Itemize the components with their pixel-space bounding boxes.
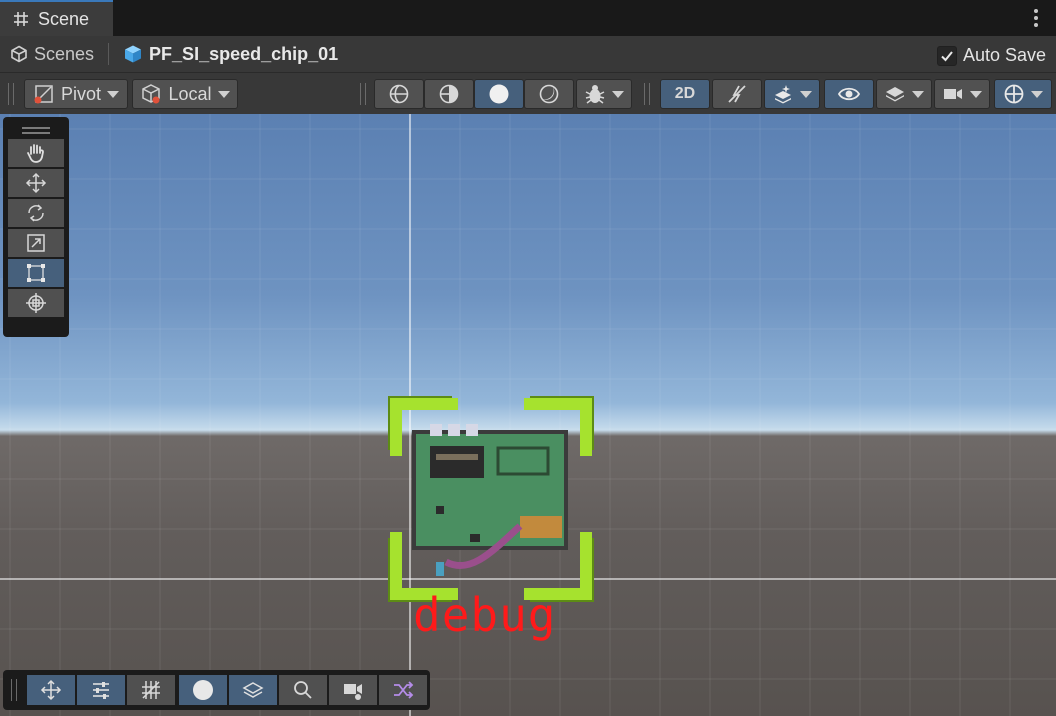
scene-visibility-button[interactable]	[824, 79, 874, 109]
move-arrows-icon	[25, 172, 47, 194]
chevron-down-icon	[107, 90, 120, 98]
gizmos-dropdown[interactable]	[994, 79, 1052, 109]
eye-icon	[837, 87, 861, 101]
unity-logo-icon	[11, 45, 27, 63]
shuffle-overlay-button[interactable]	[379, 675, 427, 705]
tab-scene-label: Scene	[38, 8, 90, 29]
hand-tool-button[interactable]	[8, 139, 64, 169]
debug-text: debug	[413, 588, 557, 642]
camera-icon	[944, 89, 962, 99]
grid-hash-icon	[14, 12, 28, 26]
breadcrumb-scenes-label: Scenes	[34, 43, 95, 64]
debug-draw-dropdown[interactable]	[576, 79, 632, 109]
scale-icon	[27, 234, 45, 252]
draw-mode-shaded-wireframe-button[interactable]	[424, 79, 474, 109]
draw-mode-unlit-button[interactable]	[524, 79, 574, 109]
chevron-down-icon	[970, 90, 982, 98]
bug-icon	[585, 85, 605, 104]
rect-transform-icon	[27, 264, 45, 282]
camera-icon	[344, 684, 362, 700]
local-dropdown[interactable]: Local	[132, 79, 238, 109]
overlay-drag-handle[interactable]	[8, 121, 64, 139]
autosave-label: Auto Save	[962, 45, 1046, 65]
move-overlay-button[interactable]	[27, 675, 75, 705]
search-icon	[294, 681, 312, 699]
autosave-toggle[interactable]: Auto Save	[936, 45, 1046, 66]
effects-dropdown[interactable]	[764, 79, 820, 109]
chevron-down-icon	[800, 90, 812, 98]
shaded-sphere-icon	[489, 84, 509, 104]
scene-toolbar: Pivot Local 2D	[0, 72, 1056, 114]
move-tool-button[interactable]	[8, 169, 64, 199]
grid-overlay-button[interactable]	[127, 675, 175, 705]
shuffle-icon	[394, 681, 414, 699]
shading-overlay-button[interactable]	[179, 675, 227, 705]
rect-tool-button[interactable]	[8, 259, 64, 289]
local-label: Local	[168, 83, 212, 104]
toolbar-grip[interactable]	[360, 83, 366, 105]
kebab-menu-icon[interactable]	[1030, 8, 1042, 28]
light-off-icon	[728, 85, 746, 103]
bottom-overlay-toolbar	[3, 670, 430, 710]
chevron-down-icon	[217, 90, 230, 98]
gizmo-globe-icon	[1004, 84, 1024, 104]
layers-icon	[886, 87, 904, 102]
effects-layers-icon	[775, 85, 791, 104]
pivot-dropdown[interactable]: Pivot	[24, 79, 128, 109]
chevron-down-icon	[612, 90, 624, 98]
transform-gizmo-icon	[26, 293, 46, 313]
breadcrumb-separator	[108, 43, 110, 65]
breadcrumb-prefab-label: PF_SI_speed_chip_01	[149, 43, 339, 64]
speed-chip-sprite[interactable]	[412, 424, 568, 576]
rotate-tool-button[interactable]	[8, 199, 64, 229]
breadcrumb: Scenes PF_SI_speed_chip_01 Auto Save	[0, 36, 1056, 72]
rotate-icon	[28, 204, 44, 222]
checkmark-icon	[941, 50, 953, 61]
toggle-2d-label: 2D	[674, 85, 696, 102]
pivot-label: Pivot	[60, 83, 102, 104]
unlit-sphere-icon	[539, 84, 559, 104]
local-cube-icon	[142, 84, 161, 104]
draw-mode-wireframe-button[interactable]	[374, 79, 424, 109]
lighting-toggle-button[interactable]	[712, 79, 762, 109]
shaded-sphere-icon	[193, 680, 213, 700]
wireframe-sphere-icon	[389, 84, 409, 104]
move-arrows-icon	[40, 679, 62, 701]
overlay-drag-handle[interactable]	[11, 679, 17, 701]
prefab-cube-icon	[125, 45, 142, 63]
toolbar-grip[interactable]	[8, 83, 14, 105]
camera-overlay-button[interactable]	[329, 675, 377, 705]
chevron-down-icon	[1031, 90, 1043, 98]
toolbar-grip[interactable]	[644, 83, 650, 105]
scale-tool-button[interactable]	[8, 229, 64, 259]
toggle-2d-button[interactable]: 2D	[660, 79, 710, 109]
hand-icon	[27, 144, 44, 163]
chevron-down-icon	[912, 90, 924, 98]
settings-overlay-button[interactable]	[77, 675, 125, 705]
layers-overlay-button[interactable]	[229, 675, 277, 705]
grid-snap-icon	[142, 681, 160, 699]
tab-bar: Scene	[0, 0, 1056, 36]
transform-tool-button[interactable]	[8, 289, 64, 319]
autosave-checkbox[interactable]	[936, 45, 957, 66]
tab-scene[interactable]: Scene	[0, 0, 113, 36]
search-overlay-button[interactable]	[279, 675, 327, 705]
camera-dropdown[interactable]	[934, 79, 990, 109]
tools-overlay	[3, 117, 69, 337]
sliders-icon	[93, 682, 109, 699]
breadcrumb-prefab[interactable]: PF_SI_speed_chip_01	[123, 44, 338, 65]
breadcrumb-scenes[interactable]: Scenes	[10, 44, 94, 65]
layers-dropdown[interactable]	[876, 79, 932, 109]
scene-viewport[interactable]: debug	[0, 114, 1056, 716]
layers-icon	[242, 682, 264, 698]
pivot-icon	[34, 85, 53, 104]
shaded-wireframe-sphere-icon	[439, 84, 459, 104]
draw-mode-shaded-button[interactable]	[474, 79, 524, 109]
